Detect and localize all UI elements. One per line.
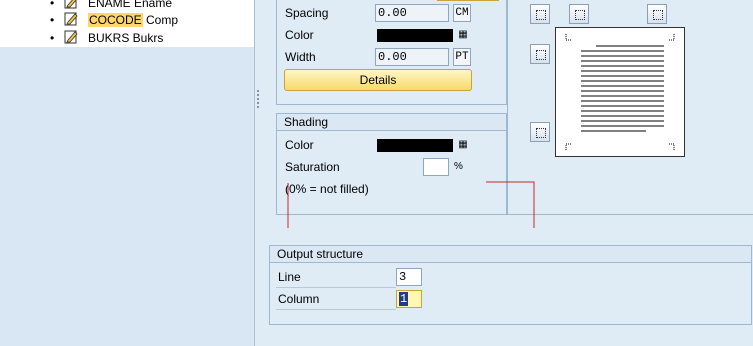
column-input[interactable]: 1 bbox=[396, 290, 422, 308]
label-underline bbox=[276, 309, 396, 310]
column-label: Column bbox=[278, 292, 320, 306]
line-input[interactable]: 3 bbox=[396, 268, 422, 286]
line-label: Line bbox=[278, 270, 301, 284]
column-input-selection: 1 bbox=[399, 292, 409, 306]
output-structure-group: Output structure Line 3 Column 1 bbox=[269, 245, 752, 325]
label-underline bbox=[276, 287, 396, 288]
output-structure-title: Output structure bbox=[270, 246, 751, 263]
